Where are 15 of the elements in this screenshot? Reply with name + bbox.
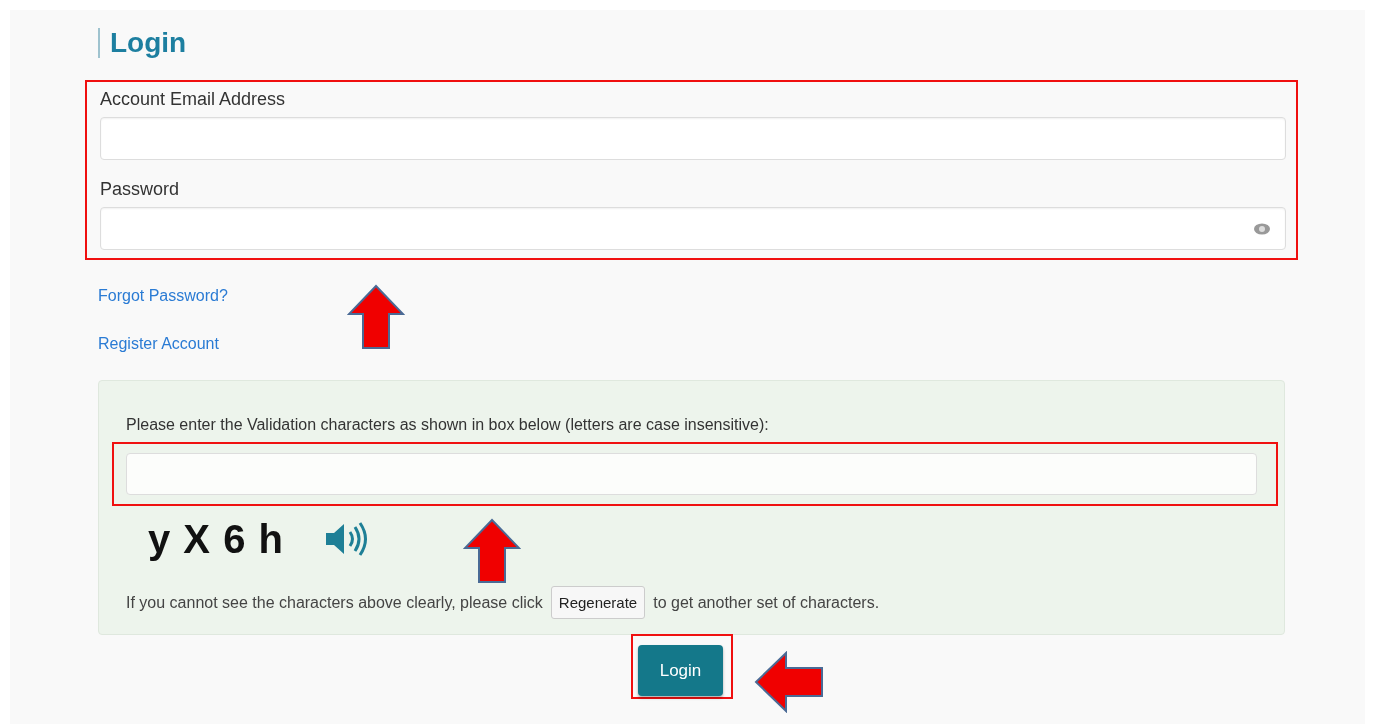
help-text: If you cannot see the characters above clearly, please click [126, 593, 543, 612]
login-button[interactable]: Login [638, 645, 723, 696]
link[interactable]: Register Account [98, 334, 219, 354]
help-text: to get another set of characters. [653, 593, 880, 612]
captcha-prompt: Please enter the Validation characters as shown in box below (letters are case insensitive): [126, 415, 770, 435]
captcha-code: y X 6 h [148, 516, 284, 562]
link[interactable]: Forgot Password? [98, 286, 228, 306]
field-label: Account Email Address [100, 88, 287, 110]
eye-icon[interactable] [1253, 222, 1271, 236]
regenerate-button[interactable]: Regenerate [550, 586, 646, 619]
page-title: Login [98, 28, 187, 58]
arrow-icon [754, 651, 824, 713]
arrow-icon [347, 284, 405, 350]
arrow-icon [463, 518, 521, 584]
field-label: Password [100, 178, 181, 200]
